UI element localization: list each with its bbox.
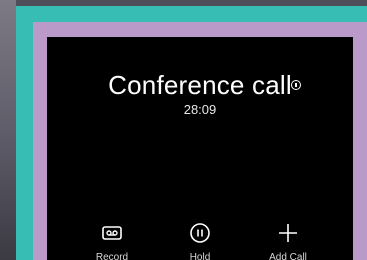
tape-icon — [102, 226, 122, 240]
hold-label: Hold — [189, 252, 211, 260]
call-header: Conference call — [47, 70, 353, 100]
record-label: Record — [95, 252, 129, 260]
pause-circle-icon — [190, 223, 210, 243]
call-screen: Conference call 28:09 Record Hold Add Ca… — [47, 37, 353, 260]
add-call-button[interactable]: Add Call — [253, 217, 323, 260]
plus-icon — [279, 224, 297, 242]
background-shade — [0, 0, 16, 260]
info-icon[interactable] — [291, 80, 301, 90]
hold-button[interactable]: Hold — [165, 217, 235, 260]
call-timer: 28:09 — [183, 102, 217, 117]
record-button[interactable]: Record — [77, 217, 147, 260]
add-call-label: Add Call — [269, 252, 307, 260]
photo-frame: Conference call 28:09 Record Hold Add Ca… — [0, 0, 367, 260]
call-title: Conference call — [108, 70, 292, 100]
call-controls: Record Hold Add Call — [47, 217, 353, 260]
